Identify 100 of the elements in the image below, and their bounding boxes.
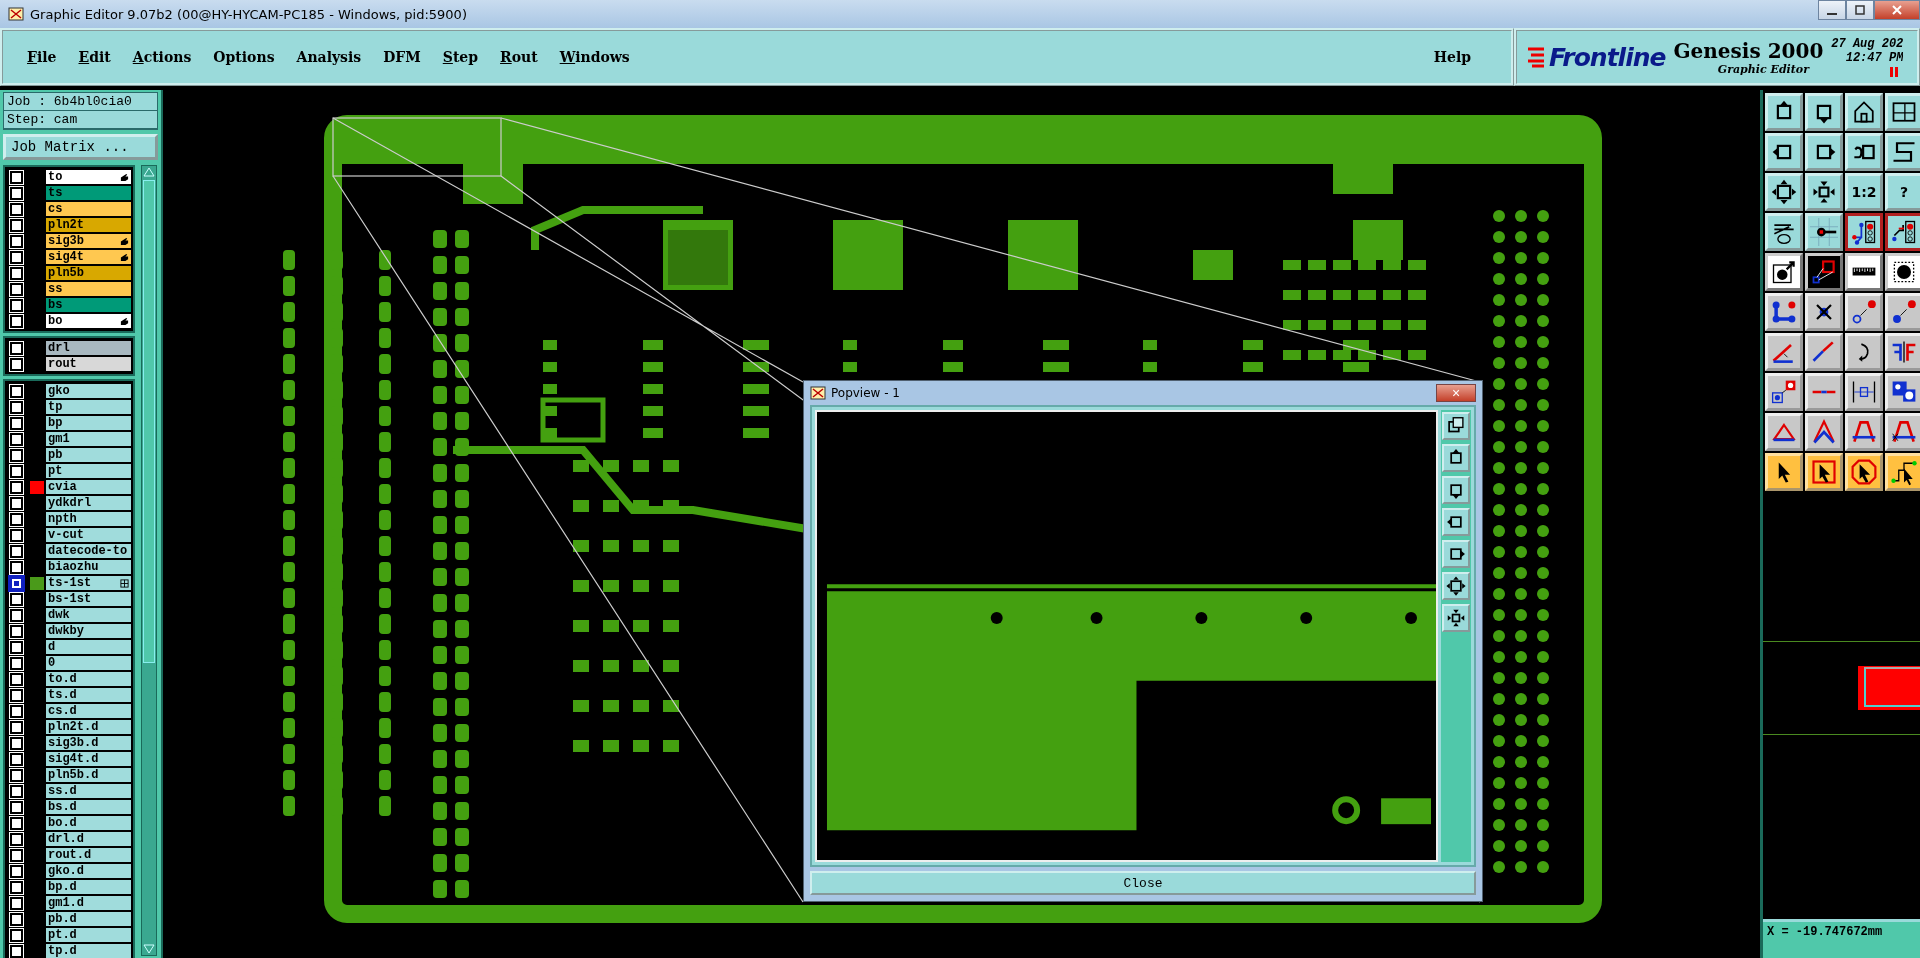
- menu-item[interactable]: File: [27, 49, 57, 65]
- layer-name[interactable]: d: [46, 640, 131, 654]
- layer-name[interactable]: pln2t: [46, 218, 131, 232]
- layer-checkbox[interactable]: [10, 250, 23, 264]
- layer-checkbox[interactable]: [10, 896, 23, 910]
- layer-name[interactable]: v-cut: [46, 528, 131, 542]
- layer-name[interactable]: tp: [46, 400, 131, 414]
- layer-name[interactable]: npth: [46, 512, 131, 526]
- layer-checkbox[interactable]: [10, 928, 23, 942]
- layer-name[interactable]: bo: [46, 314, 131, 328]
- menu-item[interactable]: DFM: [383, 49, 421, 65]
- layer-name[interactable]: bp.d: [46, 880, 131, 894]
- layer-name[interactable]: ydkdrl: [46, 496, 131, 510]
- mirror-shape-icon[interactable]: [1885, 333, 1920, 371]
- circuit-lights-icon[interactable]: [1885, 213, 1920, 251]
- layer-checkbox[interactable]: [10, 218, 23, 232]
- menu-item[interactable]: Analysis: [296, 49, 362, 65]
- expand-box-icon[interactable]: [1765, 173, 1803, 211]
- layer-name[interactable]: bs: [46, 298, 131, 312]
- layer-name[interactable]: ts-1st: [46, 576, 131, 590]
- layer-checkbox[interactable]: [10, 816, 23, 830]
- arch-icon[interactable]: [1845, 413, 1883, 451]
- layer-checkbox[interactable]: [10, 496, 23, 510]
- layer-checkbox[interactable]: [10, 800, 23, 814]
- layer-checkbox[interactable]: [10, 400, 23, 414]
- ratio-button[interactable]: 1:2: [1845, 173, 1883, 211]
- layer-checkbox[interactable]: [10, 880, 23, 894]
- tools-icon[interactable]: [1765, 213, 1803, 251]
- layer-name[interactable]: rout.d: [46, 848, 131, 862]
- layer-name[interactable]: drl: [46, 341, 131, 355]
- layer-name[interactable]: pt: [46, 464, 131, 478]
- layer-name[interactable]: bp: [46, 416, 131, 430]
- window-stack-icon[interactable]: [1442, 412, 1470, 440]
- box-arrow-up-icon[interactable]: [1765, 93, 1803, 131]
- layer-name[interactable]: to: [46, 170, 131, 184]
- pointer-icon[interactable]: [1765, 453, 1803, 491]
- layer-name[interactable]: gm1: [46, 432, 131, 446]
- layer-checkbox[interactable]: [10, 416, 23, 430]
- layer-name[interactable]: dwk: [46, 608, 131, 622]
- layer-name[interactable]: bo.d: [46, 816, 131, 830]
- layer-checkbox[interactable]: [10, 624, 23, 638]
- layer-checkbox[interactable]: [10, 672, 23, 686]
- menu-item[interactable]: Actions: [132, 49, 192, 65]
- box-arrow-up-icon[interactable]: [1442, 444, 1470, 472]
- layer-checkbox[interactable]: [10, 704, 23, 718]
- layer-name[interactable]: to.d: [46, 672, 131, 686]
- pointer-path-icon[interactable]: [1885, 453, 1920, 491]
- layer-checkbox[interactable]: [10, 357, 23, 371]
- menu-item[interactable]: Rout: [500, 49, 538, 65]
- scroll-down-icon[interactable]: [143, 943, 155, 955]
- window-grid-icon[interactable]: [1885, 93, 1920, 131]
- layer-name[interactable]: ss: [46, 282, 131, 296]
- layer-name[interactable]: sig4t.d: [46, 752, 131, 766]
- layer-checkbox[interactable]: [10, 448, 23, 462]
- layer-checkbox[interactable]: [10, 768, 23, 782]
- layer-name[interactable]: cs: [46, 202, 131, 216]
- ruler-icon[interactable]: [1845, 253, 1883, 291]
- layer-name[interactable]: bs-1st: [46, 592, 131, 606]
- layer-name[interactable]: 0: [46, 656, 131, 670]
- layer-checkbox[interactable]: [10, 592, 23, 606]
- box-arrow-down-icon[interactable]: [1805, 93, 1843, 131]
- layer-checkbox[interactable]: [10, 656, 23, 670]
- maximize-button[interactable]: [1846, 0, 1874, 20]
- layer-checkbox[interactable]: [10, 864, 23, 878]
- box-arrow-right-icon[interactable]: [1805, 133, 1843, 171]
- layer-name[interactable]: cvia: [46, 480, 131, 494]
- layer-name[interactable]: pb.d: [46, 912, 131, 926]
- layer-checkbox[interactable]: [10, 736, 23, 750]
- scroll-up-icon[interactable]: [143, 166, 155, 178]
- layer-checkbox[interactable]: [10, 560, 23, 574]
- layer-checkbox[interactable]: [10, 341, 23, 355]
- layer-checkbox[interactable]: [10, 186, 23, 200]
- close-button[interactable]: Close: [810, 871, 1476, 895]
- minimize-button[interactable]: [1818, 0, 1846, 20]
- layer-checkbox[interactable]: [10, 608, 23, 622]
- menu-item[interactable]: Step: [442, 49, 479, 65]
- vertical-scrollbar[interactable]: [141, 165, 157, 956]
- layer-name[interactable]: ts.d: [46, 688, 131, 702]
- layer-checkbox[interactable]: [10, 432, 23, 446]
- layer-checkbox[interactable]: [10, 576, 23, 590]
- shrink-box-icon[interactable]: [1442, 604, 1470, 632]
- layer-checkbox[interactable]: [10, 202, 23, 216]
- layer-name[interactable]: sig3b: [46, 234, 131, 248]
- square-link-icon[interactable]: [1805, 253, 1843, 291]
- help-menu[interactable]: Help: [1433, 49, 1471, 65]
- line-segment-icon[interactable]: [1805, 373, 1843, 411]
- layer-checkbox[interactable]: [10, 912, 23, 926]
- layer-name[interactable]: cs.d: [46, 704, 131, 718]
- layer-name[interactable]: pln2t.d: [46, 720, 131, 734]
- layer-checkbox[interactable]: [10, 544, 23, 558]
- layer-name[interactable]: gm1.d: [46, 896, 131, 910]
- layer-name[interactable]: gko: [46, 384, 131, 398]
- double-chevron-icon[interactable]: [1805, 413, 1843, 451]
- arch-cross-icon[interactable]: [1885, 413, 1920, 451]
- close-button[interactable]: [1874, 0, 1920, 20]
- menu-item[interactable]: Windows: [559, 49, 630, 65]
- layer-checkbox[interactable]: [10, 384, 23, 398]
- layer-name[interactable]: ss.d: [46, 784, 131, 798]
- shrink-box-icon[interactable]: [1805, 173, 1843, 211]
- layer-name[interactable]: sig3b.d: [46, 736, 131, 750]
